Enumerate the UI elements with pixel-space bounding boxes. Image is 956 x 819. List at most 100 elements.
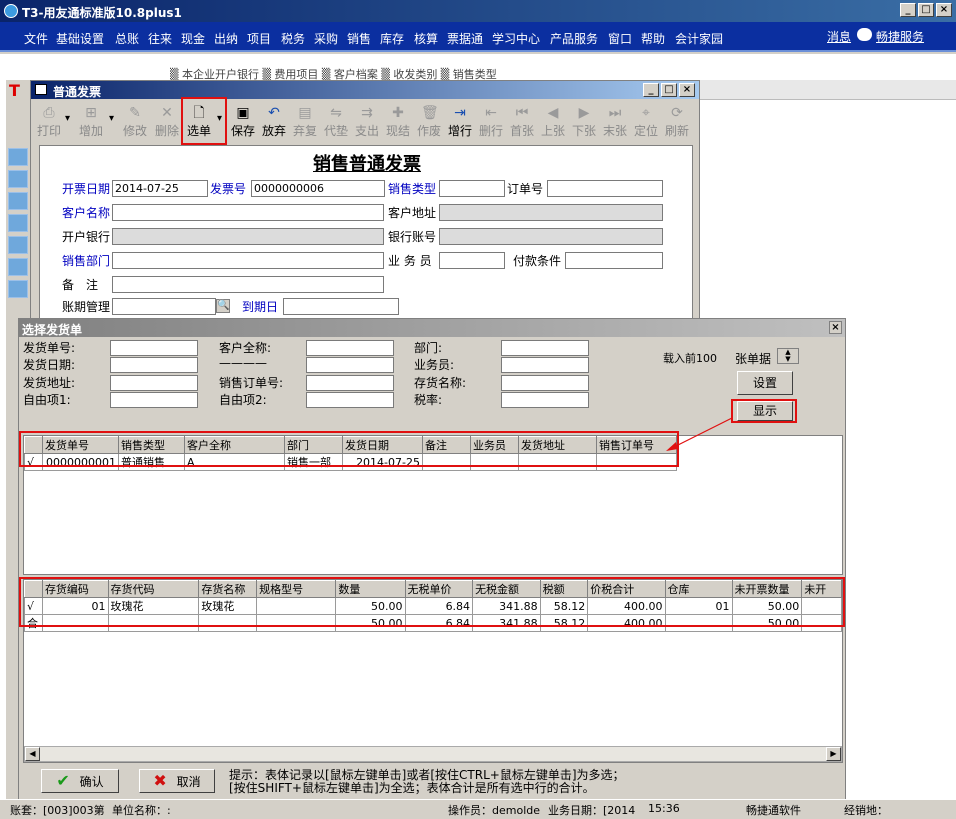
print-button[interactable]: ⎙ 打印 [33,103,65,139]
invoice-date-field[interactable]: 2014-07-25 [112,180,208,197]
dept-filter[interactable] [501,340,589,356]
customer-filter-2[interactable] [306,357,394,373]
nav-block[interactable] [8,280,28,298]
menu-learning[interactable]: 学习中心 [492,30,540,47]
settings-button[interactable]: 设置 [737,371,793,395]
load-count-label: 载入前100 [663,352,717,365]
scroll-left-icon[interactable]: ◀ [25,747,40,761]
menu-product-service[interactable]: 产品服务 [550,30,598,47]
free-item1-filter[interactable] [110,392,198,408]
cancel-button[interactable]: ✖ 取消 [139,769,215,793]
dialog-title: 选择发货单 [22,323,83,337]
menu-purchase[interactable]: 采购 [314,30,338,47]
sales-order-filter[interactable] [306,375,394,391]
restore-button[interactable]: ▤ 弃复 [289,103,321,139]
menu-ledger[interactable]: 总账 [115,30,139,47]
filter-label: 税率: [414,393,443,407]
salesman-field[interactable] [439,252,505,269]
nav-block[interactable] [8,148,28,166]
first-button[interactable]: ⏮ 首张 [506,103,538,139]
load-count-spinner[interactable]: ▲ ▼ [777,348,799,364]
void-button[interactable]: 🗑 作废 [413,103,445,139]
item-name-filter[interactable] [501,375,589,391]
add-row-button[interactable]: ⇥ 增行 [444,103,476,139]
customer-address-label: 客户地址 [388,206,437,220]
period-field[interactable] [112,298,216,315]
menu-accounting-home[interactable]: 会计家园 [675,30,723,47]
menu-accounting[interactable]: 核算 [414,30,438,47]
nav-block[interactable] [8,236,28,254]
menu-sales[interactable]: 销售 [347,30,371,47]
nav-block[interactable] [8,170,28,188]
customer-filter[interactable] [306,340,394,356]
print-dropdown[interactable] [65,105,73,137]
scroll-right-icon[interactable]: ▶ [826,747,841,761]
sales-dept-field[interactable] [112,252,384,269]
filter-label: 客户全称: [219,341,272,355]
period-lookup-icon[interactable]: 🔍 [216,299,230,313]
invoice-close-button[interactable]: × [679,83,695,97]
message-link[interactable]: 消息 [827,28,851,45]
menu-project[interactable]: 项目 [247,30,271,47]
next-button[interactable]: ▶ 下张 [568,103,600,139]
unit-label: 张单据 [735,352,772,366]
menu-cashier[interactable]: 出纳 [214,30,238,47]
dialog-close-icon[interactable]: × [829,321,842,334]
nav-block[interactable] [8,192,28,210]
invoice-maximize-button[interactable]: □ [661,83,677,97]
logo-t-icon: T [9,81,20,100]
discard-button[interactable]: ↶ 放弃 [258,103,290,139]
close-button[interactable]: × [936,3,952,17]
locate-button[interactable]: ⌖ 定位 [630,103,662,139]
sales-type-field[interactable] [439,180,505,197]
menu-help[interactable]: 帮助 [641,30,665,47]
expense-button[interactable]: ⇉ 支出 [351,103,383,139]
invoice-form: 销售普通发票 开票日期 2014-07-25 发票号 0000000006 销售… [39,145,693,325]
save-button[interactable]: ▣ 保存 [227,103,259,139]
advance-button[interactable]: ⇋ 代垫 [320,103,352,139]
due-date-field[interactable] [283,298,399,315]
maximize-button[interactable]: □ [918,3,934,17]
salesman-filter[interactable] [501,357,589,373]
order-no-label: 订单号 [507,182,544,196]
order-no-field[interactable] [547,180,663,197]
prev-button[interactable]: ◀ 上张 [537,103,569,139]
delete-row-button[interactable]: ⇤ 删行 [475,103,507,139]
add-dropdown[interactable] [109,105,117,137]
cash-settle-button[interactable]: ✚ 现结 [382,103,414,139]
status-business-date: 业务日期：[2014 [548,804,636,817]
menu-inventory[interactable]: 库存 [380,30,404,47]
first-icon: ⏮ [515,105,529,121]
customer-field[interactable] [112,204,384,221]
nav-block[interactable] [8,258,28,276]
delete-row-icon: ⇤ [485,105,497,121]
menu-file[interactable]: 文件 [24,30,48,47]
tax-rate-filter[interactable] [501,392,589,408]
confirm-button[interactable]: ✔ 确认 [41,769,119,793]
delivery-no-filter[interactable] [110,340,198,356]
remark-field[interactable] [112,276,384,293]
filter-label: 业务员: [414,358,455,372]
menu-ticket[interactable]: 票据通 [447,30,483,47]
item-grid-hscrollbar[interactable]: ◀ ▶ [24,746,842,762]
minimize-button[interactable]: _ [900,3,916,17]
delete-button[interactable]: ✕ 删除 [151,103,183,139]
service-link[interactable]: 畅捷服务 [876,28,924,45]
invoice-minimize-button[interactable]: _ [643,83,659,97]
last-icon: ⏭ [608,105,622,121]
free-item2-filter[interactable] [306,392,394,408]
refresh-button[interactable]: ⟳ 刷新 [661,103,693,139]
menu-dealings[interactable]: 往来 [148,30,172,47]
nav-block[interactable] [8,214,28,232]
menu-window[interactable]: 窗口 [608,30,632,47]
add-button[interactable]: ⊞ 增加 [75,103,107,139]
edit-button[interactable]: ✎ 修改 [119,103,151,139]
menu-cash[interactable]: 现金 [181,30,205,47]
pay-terms-field[interactable] [565,252,663,269]
delivery-address-filter[interactable] [110,375,198,391]
menu-tax[interactable]: 税务 [281,30,305,47]
menu-basic-settings[interactable]: 基础设置 [56,30,104,47]
invoice-no-field[interactable]: 0000000006 [251,180,385,197]
last-button[interactable]: ⏭ 末张 [599,103,631,139]
delivery-date-filter[interactable] [110,357,198,373]
